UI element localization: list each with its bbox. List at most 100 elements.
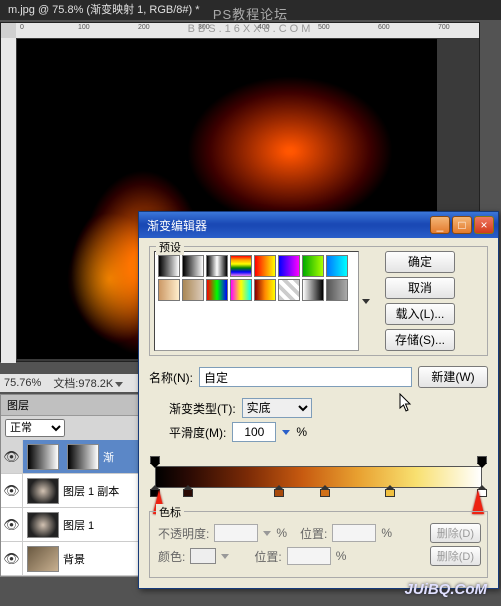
stops-label: 色标 [156,504,184,520]
ok-button[interactable]: 确定 [385,251,455,273]
preset-swatch[interactable] [158,255,180,277]
gradient-name-input[interactable] [199,367,412,387]
gradient-ramp [155,456,482,503]
zoom-readout[interactable]: 75.76% [4,377,41,389]
visibility-eye-icon[interactable]: 👁 [1,542,23,575]
layer-row[interactable]: 👁 背景 [1,542,149,576]
ruler-tick: 300 [198,24,210,31]
preset-swatch[interactable] [254,279,276,301]
layer-thumbnail[interactable] [27,546,59,572]
load-button[interactable]: 载入(L)... [385,303,455,325]
gradient-editor-dialog: 渐变编辑器 _ □ × 预设 确定 取消 载入( [138,211,499,589]
minimize-button[interactable]: _ [430,216,450,234]
layer-thumbnail[interactable] [27,512,59,538]
color-stop[interactable] [385,489,395,501]
layer-row[interactable]: 👁 图层 1 副本 [1,474,149,508]
preset-swatch[interactable] [230,255,252,277]
ruler-vertical[interactable] [1,38,16,363]
delete-opacity-stop-button: 删除(D) [430,523,481,543]
pct-label: % [276,526,287,540]
smoothness-dropdown-icon[interactable] [282,430,290,435]
dialog-titlebar[interactable]: 渐变编辑器 _ □ × [139,212,498,238]
preset-swatch[interactable] [158,279,180,301]
photoshop-window: m.jpg @ 75.8% (渐变映射 1, RGB/8#) * 0 100 2… [0,0,501,606]
opacity-dropdown-icon [263,531,271,536]
ruler-origin[interactable] [1,23,16,38]
color-pos-input [287,547,331,565]
color-pos-label: 位置: [254,548,281,565]
preset-swatch[interactable] [326,255,348,277]
layer-thumbnail[interactable] [27,478,59,504]
presets-options-icon[interactable] [362,299,370,304]
cancel-button[interactable]: 取消 [385,277,455,299]
ruler-tick: 100 [78,24,90,31]
document-tab[interactable]: m.jpg @ 75.8% (渐变映射 1, RGB/8#) * [0,0,501,20]
close-button[interactable]: × [474,216,494,234]
ruler-horizontal[interactable]: 0 100 200 300 400 500 600 700 [16,23,479,38]
doc-info[interactable]: 文档:978.2K [53,375,123,391]
presets-group: 预设 确定 取消 载入(L)... 存储(S)... [149,246,488,356]
visibility-eye-icon[interactable]: 👁 [1,508,23,541]
opacity-input [214,524,258,542]
preset-swatch[interactable] [302,255,324,277]
pct-label-3: % [336,549,347,563]
gradient-type-label: 渐变类型(T): [169,400,236,417]
opacity-pos-label: 位置: [300,525,327,542]
stops-group: 色标 不透明度: % 位置: % 删除(D) 颜色: 位置: [149,511,488,578]
preset-swatch[interactable] [326,279,348,301]
preset-swatch[interactable] [278,279,300,301]
preset-swatch[interactable] [206,279,228,301]
visibility-eye-icon[interactable]: 👁 [1,474,23,507]
layers-panel: 图层 正常 👁渐👁图层 1 副本👁图层 1👁背景 [0,394,150,577]
opacity-stops-track[interactable] [155,456,482,466]
color-dropdown-icon [221,554,229,559]
preset-swatch[interactable] [230,279,252,301]
ruler-tick: 500 [318,24,330,31]
smoothness-input[interactable] [232,422,276,442]
name-label: 名称(N): [149,369,193,386]
layer-name-label: 图层 1 [63,517,94,533]
layer-name-label: 图层 1 副本 [63,483,119,499]
ruler-tick: 0 [20,24,24,31]
color-stop[interactable] [183,489,193,501]
dialog-title: 渐变编辑器 [147,217,207,234]
layer-name-label: 背景 [63,551,85,567]
preset-swatch[interactable] [254,255,276,277]
stop-color-swatch [190,548,216,564]
opacity-pos-input [332,524,376,542]
delete-color-stop-button: 删除(D) [430,546,481,566]
preset-swatch[interactable] [302,279,324,301]
ruler-tick: 400 [258,24,270,31]
visibility-eye-icon[interactable]: 👁 [1,440,23,473]
color-stop[interactable] [320,489,330,501]
smoothness-label: 平滑度(M): [169,424,226,441]
ruler-tick: 700 [438,24,450,31]
layer-row[interactable]: 👁渐 [1,440,149,474]
preset-swatch[interactable] [206,255,228,277]
color-label: 颜色: [158,548,185,565]
smoothness-unit: % [296,425,307,439]
maximize-button[interactable]: □ [452,216,472,234]
ruler-tick: 200 [138,24,150,31]
color-stops-track[interactable] [155,489,482,503]
color-stop[interactable] [274,489,284,501]
preset-swatch[interactable] [182,255,204,277]
layer-thumbnail[interactable] [27,444,59,470]
save-button[interactable]: 存储(S)... [385,329,455,351]
presets-grid [154,251,359,351]
gradient-bar[interactable] [155,466,482,488]
layer-mask-thumbnail[interactable] [67,444,99,470]
preset-swatch[interactable] [182,279,204,301]
gradient-type-select[interactable]: 实底 [242,398,312,418]
layer-row[interactable]: 👁 图层 1 [1,508,149,542]
layers-list: 👁渐👁图层 1 副本👁图层 1👁背景 [1,440,149,576]
opacity-stop[interactable] [477,456,487,466]
opacity-label: 不透明度: [158,525,209,542]
preset-swatch[interactable] [278,255,300,277]
blend-mode-select[interactable]: 正常 [5,419,65,437]
new-button[interactable]: 新建(W) [418,366,488,388]
opacity-stop[interactable] [150,456,160,466]
presets-label: 预设 [156,239,184,255]
layer-name-label: 渐 [103,449,114,465]
layers-panel-tab[interactable]: 图层 [1,395,149,416]
